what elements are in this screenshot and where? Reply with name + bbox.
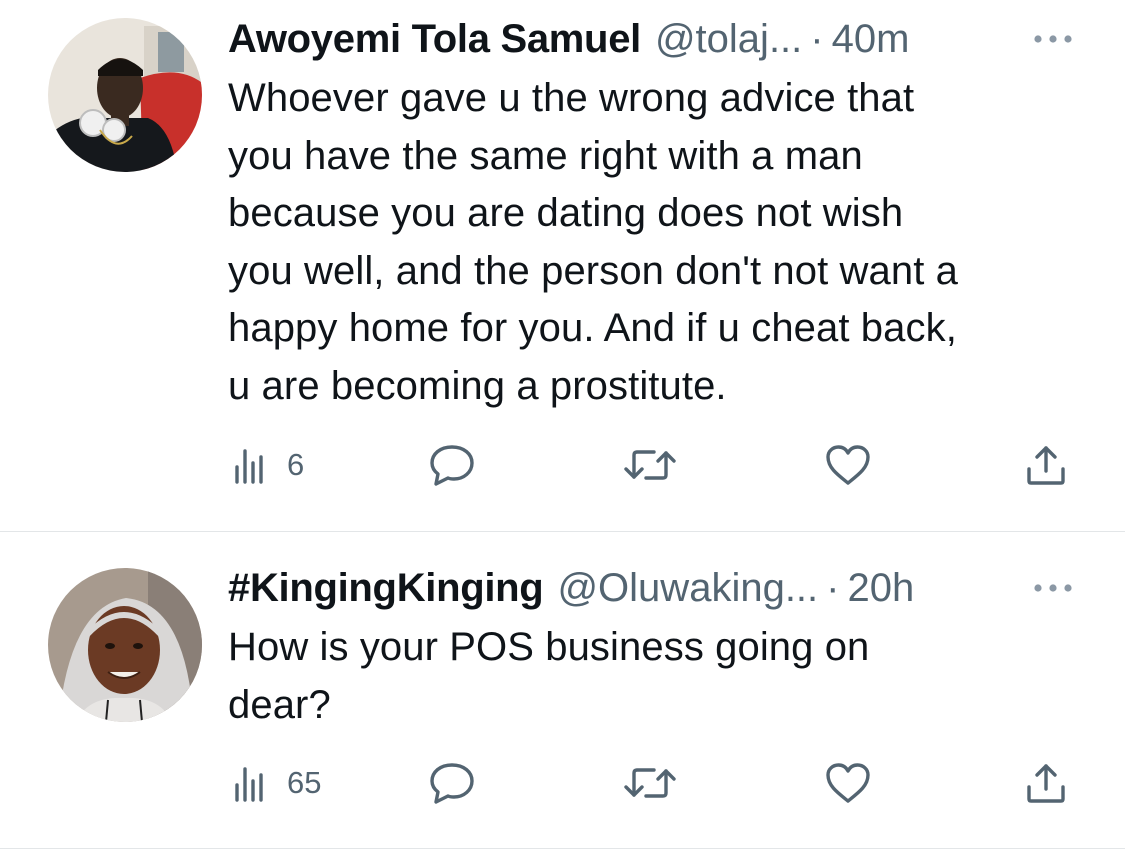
views-button[interactable]: 65 xyxy=(231,758,321,808)
retweet-icon xyxy=(622,763,678,803)
timestamp[interactable]: 20h xyxy=(847,565,914,611)
tweet-header: Awoyemi Tola Samuel @tolaj... · 40m xyxy=(228,16,1101,62)
retweet-button[interactable] xyxy=(622,758,678,808)
reply-button[interactable] xyxy=(428,440,476,490)
reply-icon xyxy=(428,443,476,487)
reply-button[interactable] xyxy=(428,758,476,808)
like-button[interactable] xyxy=(824,758,872,808)
share-icon xyxy=(1024,761,1068,805)
reply-icon xyxy=(428,761,476,805)
tweet-text: How is your POS business going on dear? xyxy=(228,625,870,727)
tweet-text: Whoever gave u the wrong advice that you… xyxy=(228,76,958,408)
avatar[interactable] xyxy=(48,18,202,172)
display-name[interactable]: #KingingKinging xyxy=(228,565,544,611)
like-button[interactable] xyxy=(824,440,872,490)
tweet[interactable]: Awoyemi Tola Samuel @tolaj... · 40m Whoe… xyxy=(0,0,1125,531)
like-icon xyxy=(824,443,872,487)
views-count: 65 xyxy=(287,765,322,800)
tweet[interactable]: #KingingKinging @Oluwaking... · 20h How … xyxy=(0,532,1125,848)
views-icon xyxy=(231,763,271,803)
share-button[interactable] xyxy=(1024,758,1068,808)
separator-dot: · xyxy=(826,566,840,610)
display-name[interactable]: Awoyemi Tola Samuel xyxy=(228,16,641,62)
views-button[interactable]: 6 xyxy=(231,440,304,490)
user-handle[interactable]: @Oluwaking... xyxy=(557,565,818,611)
more-icon[interactable] xyxy=(1033,565,1073,611)
retweet-button[interactable] xyxy=(622,440,678,490)
timestamp[interactable]: 40m xyxy=(832,16,910,62)
divider xyxy=(0,848,1125,849)
action-bar: 6 xyxy=(0,440,1125,490)
share-button[interactable] xyxy=(1024,440,1068,490)
avatar[interactable] xyxy=(48,568,202,722)
action-bar: 65 xyxy=(0,758,1125,808)
like-icon xyxy=(824,761,872,805)
tweet-header: #KingingKinging @Oluwaking... · 20h xyxy=(228,565,1101,611)
separator-dot: · xyxy=(810,17,824,61)
views-count: 6 xyxy=(287,447,305,482)
user-handle[interactable]: @tolaj... xyxy=(655,16,802,62)
share-icon xyxy=(1024,443,1068,487)
more-icon[interactable] xyxy=(1033,16,1073,62)
views-icon xyxy=(231,445,271,485)
retweet-icon xyxy=(622,445,678,485)
